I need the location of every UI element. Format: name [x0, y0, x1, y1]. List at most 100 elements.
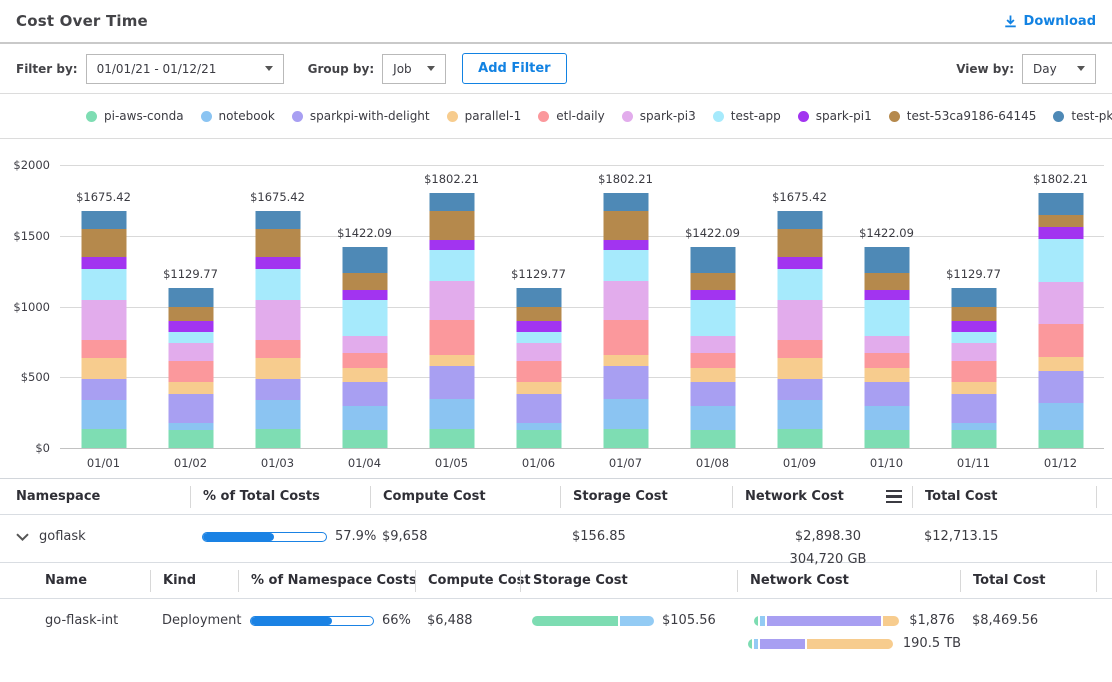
menu-icon[interactable]	[886, 490, 902, 504]
bar-segment-test-53ca9186-64145	[342, 273, 387, 290]
legend-item-test-app[interactable]: test-app	[713, 109, 781, 123]
legend-label: spark-pi1	[816, 109, 872, 123]
stacked-bar-01/10[interactable]	[864, 247, 909, 448]
y-axis-tick: $500	[21, 370, 50, 384]
legend-label: etl-daily	[556, 109, 605, 123]
stacked-bar-01/01[interactable]	[81, 211, 126, 448]
legend-item-pi-aws-conda[interactable]: pi-aws-conda	[86, 109, 184, 123]
view-by-value: Day	[1033, 62, 1057, 76]
col-wl-network-cost: Network Cost	[737, 570, 960, 592]
bar-segment-test-53ca9186-64145	[603, 211, 648, 239]
percent-total-bar	[202, 532, 327, 542]
stacked-bar-01/06[interactable]	[516, 288, 561, 448]
bar-segment-notebook	[168, 423, 213, 430]
view-by-dropdown[interactable]: Day	[1022, 54, 1096, 84]
bar-slot: $1802.21	[408, 165, 495, 448]
gridline	[60, 448, 1104, 449]
legend-item-test-pkix[interactable]: test-pkix	[1053, 109, 1112, 123]
workload-compute-cost: $6,488	[415, 599, 520, 628]
bar-segment-spark-pi1	[255, 257, 300, 269]
x-axis-tick: 01/03	[234, 456, 321, 470]
date-range-value: 01/01/21 - 01/12/21	[97, 62, 217, 76]
bar-segment-test-53ca9186-64145	[81, 229, 126, 257]
stacked-bar-01/03[interactable]	[255, 211, 300, 448]
namespace-network-volume: 304,720 GB	[790, 552, 867, 567]
bar-segment-spark-pi3	[255, 300, 300, 340]
stacked-bar-01/07[interactable]	[603, 193, 648, 448]
percent-namespace-value: 66%	[382, 613, 411, 628]
bar-slot: $1802.21	[1017, 165, 1104, 448]
stacked-bar-01/09[interactable]	[777, 211, 822, 448]
bar-segment-test-pkix	[255, 211, 300, 229]
chevron-down-icon	[427, 66, 435, 71]
legend-item-parallel-1[interactable]: parallel-1	[447, 109, 522, 123]
stacked-bar-01/04[interactable]	[342, 247, 387, 448]
download-button[interactable]: Download	[1003, 14, 1096, 29]
chevron-down-icon[interactable]	[16, 533, 29, 541]
bar-segment-notebook	[690, 406, 735, 431]
workload-row[interactable]: go-flask-int Deployment 66% $6,488 $105.…	[0, 599, 1112, 657]
date-range-dropdown[interactable]: 01/01/21 - 01/12/21	[86, 54, 284, 84]
bar-segment-etl-daily	[342, 353, 387, 369]
legend-swatch-icon	[447, 111, 458, 122]
titlebar: Cost Over Time Download	[0, 0, 1112, 44]
bar-segment-test-pkix	[516, 288, 561, 307]
legend-item-test-53ca9186-64145[interactable]: test-53ca9186-64145	[889, 109, 1037, 123]
stacked-bar-01/02[interactable]	[168, 288, 213, 448]
bar-segment-parallel-1	[690, 368, 735, 381]
legend-item-etl-daily[interactable]: etl-daily	[538, 109, 605, 123]
col-compute-cost: Compute Cost	[370, 486, 560, 508]
minibar-segment	[883, 616, 900, 626]
bar-segment-pi-aws-conda	[81, 429, 126, 448]
legend-swatch-icon	[798, 111, 809, 122]
bar-segment-etl-daily	[1038, 324, 1083, 357]
stacked-bar-01/08[interactable]	[690, 247, 735, 448]
bar-segment-spark-pi3	[951, 343, 996, 361]
bar-segment-notebook	[777, 400, 822, 429]
bar-segment-test-53ca9186-64145	[777, 229, 822, 257]
bar-segment-etl-daily	[516, 361, 561, 382]
legend-item-sparkpi-with-delight[interactable]: sparkpi-with-delight	[292, 109, 430, 123]
bar-segment-sparkpi-with-delight	[603, 366, 648, 399]
bar-segment-pi-aws-conda	[777, 429, 822, 448]
stacked-bar-01/11[interactable]	[951, 288, 996, 448]
bar-segment-test-53ca9186-64145	[690, 273, 735, 290]
add-filter-button[interactable]: Add Filter	[462, 53, 566, 84]
bar-segment-pi-aws-conda	[516, 430, 561, 448]
bar-segment-parallel-1	[81, 358, 126, 379]
legend-swatch-icon	[622, 111, 633, 122]
legend-item-spark-pi3[interactable]: spark-pi3	[622, 109, 696, 123]
bar-segment-parallel-1	[342, 368, 387, 381]
stacked-bar-01/05[interactable]	[429, 193, 474, 448]
bar-segment-test-app	[1038, 239, 1083, 281]
bar-segment-test-app	[951, 332, 996, 343]
cost-table: Namespace % of Total Costs Compute Cost …	[0, 478, 1112, 657]
legend-swatch-icon	[538, 111, 549, 122]
bar-segment-etl-daily	[255, 340, 300, 359]
group-by-dropdown[interactable]: Job	[382, 54, 446, 84]
bar-segment-spark-pi3	[81, 300, 126, 340]
legend-item-spark-pi1[interactable]: spark-pi1	[798, 109, 872, 123]
stacked-bar-01/12[interactable]	[1038, 193, 1083, 448]
namespace-storage-cost: $156.85	[560, 515, 732, 544]
bar-segment-sparkpi-with-delight	[690, 382, 735, 406]
legend-swatch-icon	[201, 111, 212, 122]
x-axis-tick: 01/10	[843, 456, 930, 470]
bar-segment-test-pkix	[690, 247, 735, 273]
bar-segment-test-app	[255, 269, 300, 300]
workload-total-cost: $8,469.56	[960, 599, 1097, 628]
bar-slot: $1129.77	[147, 165, 234, 448]
bar-segment-spark-pi1	[342, 290, 387, 300]
bar-segment-etl-daily	[603, 320, 648, 356]
minibar-segment	[760, 639, 804, 649]
bar-segment-pi-aws-conda	[168, 430, 213, 448]
chart-x-axis: 01/0101/0201/0301/0401/0501/0601/0701/08…	[60, 448, 1104, 478]
namespace-row[interactable]: goflask 57.9% $9,658 $156.85 $2,898.30 3…	[0, 515, 1112, 563]
bar-segment-pi-aws-conda	[951, 430, 996, 448]
minibar-segment	[767, 616, 881, 626]
bar-segment-test-app	[777, 269, 822, 300]
storage-cost-bar	[532, 616, 654, 626]
legend-item-notebook[interactable]: notebook	[201, 109, 275, 123]
x-axis-tick: 01/09	[756, 456, 843, 470]
bar-segment-etl-daily	[951, 361, 996, 382]
